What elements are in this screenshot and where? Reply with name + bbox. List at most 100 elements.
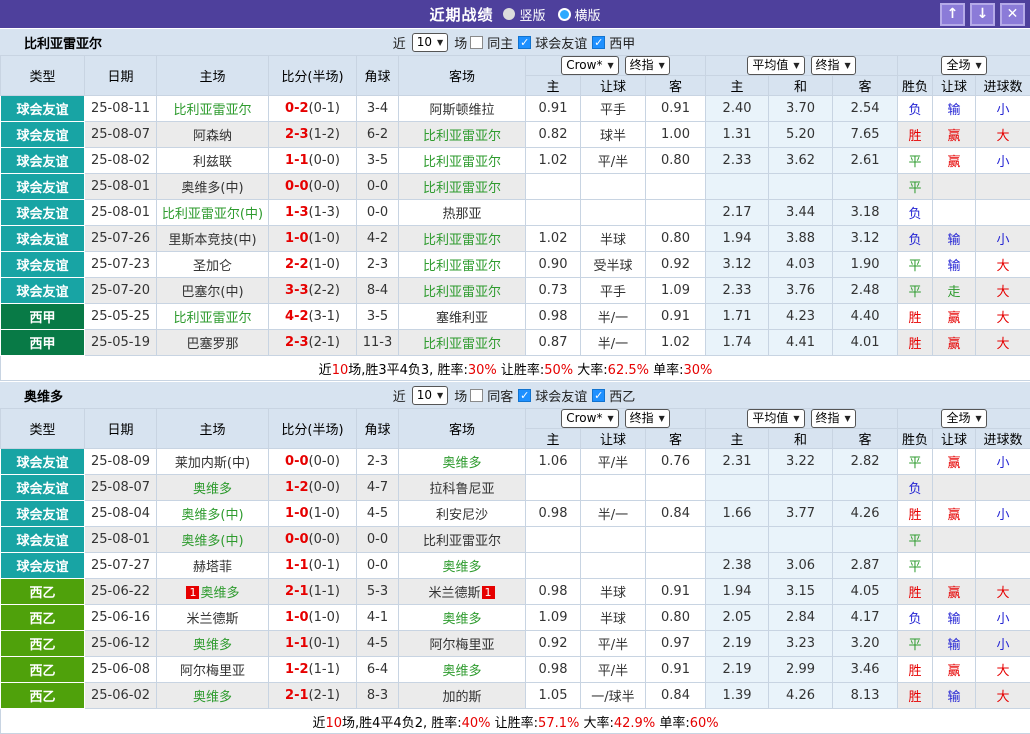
match-row: 球会友谊25-08-09莱加内斯(中)0-0(0-0)2-3奥维多1.06平/半… <box>1 449 1030 475</box>
match-type: 西乙 <box>1 579 85 605</box>
corner-score: 3-5 <box>357 304 399 330</box>
same-venue-checkbox[interactable] <box>470 36 483 49</box>
average-final-select[interactable]: 终指▼ <box>811 56 856 75</box>
avg-away-odds: 2.48 <box>833 278 898 304</box>
result-group-header: 全场▼ <box>898 56 1030 76</box>
avg-away-odds: 2.82 <box>833 449 898 475</box>
match-type: 西乙 <box>1 657 85 683</box>
match-date: 25-08-09 <box>85 449 157 475</box>
matches-label: 场 <box>454 386 467 405</box>
match-type: 球会友谊 <box>1 252 85 278</box>
result-goals: 小 <box>976 501 1030 527</box>
league-filter-checkbox-friendly[interactable]: ✓ <box>518 389 531 402</box>
chevron-down-icon: ▼ <box>437 35 443 50</box>
away-team: 比利亚雷亚尔 <box>399 278 526 304</box>
handicap-line: 半/一 <box>581 501 646 527</box>
away-odds <box>646 527 706 553</box>
bookmaker-select[interactable]: Crow*▼ <box>561 409 618 428</box>
corner-score: 3-4 <box>357 96 399 122</box>
chevron-down-icon: ▼ <box>607 411 613 426</box>
col-header-4: 角球 <box>357 409 399 449</box>
chevron-down-icon: ▼ <box>437 388 443 403</box>
matches-count-select[interactable]: 10▼ <box>412 386 448 405</box>
same-venue-checkbox[interactable] <box>470 389 483 402</box>
avg-home-odds: 1.39 <box>706 683 769 709</box>
chevron-down-icon: ▼ <box>607 58 613 73</box>
avg-away-odds: 8.13 <box>833 683 898 709</box>
score: 1-2(0-0) <box>269 475 357 501</box>
avg-away-odds: 4.40 <box>833 304 898 330</box>
avg-draw-odds: 3.44 <box>769 200 833 226</box>
away-odds: 0.84 <box>646 683 706 709</box>
move-down-button[interactable]: ↓ <box>970 3 995 26</box>
rank-badge: 1 <box>186 586 199 599</box>
near-label: 近 <box>393 33 406 52</box>
result-handicap: 赢 <box>933 148 976 174</box>
handicap-line <box>581 527 646 553</box>
avg-away-odds: 3.46 <box>833 657 898 683</box>
match-date: 25-06-02 <box>85 683 157 709</box>
result-handicap: 赢 <box>933 122 976 148</box>
home-odds: 1.02 <box>526 226 581 252</box>
result-goals: 大 <box>976 657 1030 683</box>
home-odds: 0.91 <box>526 96 581 122</box>
sub-col-header-7: 让球 <box>933 429 976 449</box>
home-team: 奥维多(中) <box>157 527 269 553</box>
home-odds: 1.02 <box>526 148 581 174</box>
result-goals: 小 <box>976 605 1030 631</box>
result-goals <box>976 527 1030 553</box>
handicap-line: 球半 <box>581 122 646 148</box>
move-up-button[interactable]: ↑ <box>940 3 965 26</box>
score: 2-3(1-2) <box>269 122 357 148</box>
close-button[interactable]: ✕ <box>1000 3 1025 26</box>
match-row: 球会友谊25-07-20巴塞尔(中)3-3(2-2)8-4比利亚雷亚尔0.73平… <box>1 278 1030 304</box>
average-final-select[interactable]: 终指▼ <box>811 409 856 428</box>
scope-select[interactable]: 全场▼ <box>941 409 986 428</box>
score: 1-1(0-1) <box>269 631 357 657</box>
away-team: 阿斯顿维拉 <box>399 96 526 122</box>
home-team: 圣加仑 <box>157 252 269 278</box>
result-goals <box>976 553 1030 579</box>
scope-select[interactable]: 全场▼ <box>941 56 986 75</box>
col-header-0: 类型 <box>1 409 85 449</box>
down-arrow-icon: ↓ <box>977 6 989 22</box>
layout-radio-horizontal[interactable]: 横版 <box>558 5 601 24</box>
col-header-2: 主场 <box>157 409 269 449</box>
chevron-down-icon: ▼ <box>975 58 981 73</box>
league-filter-checkbox-friendly-label: 球会友谊 <box>535 386 587 405</box>
match-row: 西乙25-06-16米兰德斯1-0(1-0)4-1奥维多1.09半球0.802.… <box>1 605 1030 631</box>
league-filter-checkbox-league[interactable]: ✓ <box>592 389 605 402</box>
match-type: 球会友谊 <box>1 122 85 148</box>
match-date: 25-06-16 <box>85 605 157 631</box>
away-odds: 1.00 <box>646 122 706 148</box>
league-filter-checkbox-friendly[interactable]: ✓ <box>518 36 531 49</box>
match-type: 球会友谊 <box>1 553 85 579</box>
home-team: 奥维多 <box>157 631 269 657</box>
average-select[interactable]: 平均值▼ <box>747 409 804 428</box>
match-date: 25-08-07 <box>85 122 157 148</box>
away-odds: 0.91 <box>646 304 706 330</box>
match-row: 球会友谊25-08-04奥维多(中)1-0(1-0)4-5利安尼沙0.98半/一… <box>1 501 1030 527</box>
score: 1-1(0-0) <box>269 148 357 174</box>
sub-col-header-6: 胜负 <box>898 76 933 96</box>
avg-draw-odds: 4.03 <box>769 252 833 278</box>
handicap-line: 半球 <box>581 605 646 631</box>
average-select[interactable]: 平均值▼ <box>747 56 804 75</box>
bookmaker-select[interactable]: Crow*▼ <box>561 56 618 75</box>
matches-count-select[interactable]: 10▼ <box>412 33 448 52</box>
match-type: 球会友谊 <box>1 200 85 226</box>
result-goals: 大 <box>976 304 1030 330</box>
layout-radio-vertical[interactable]: 竖版 <box>503 5 545 24</box>
league-filter-checkbox-league[interactable]: ✓ <box>592 36 605 49</box>
bookmaker-final-select[interactable]: 终指▼ <box>625 409 670 428</box>
bookmaker-final-select[interactable]: 终指▼ <box>625 56 670 75</box>
result-outcome: 负 <box>898 226 933 252</box>
corner-score: 5-3 <box>357 579 399 605</box>
result-handicap <box>933 200 976 226</box>
home-odds: 0.90 <box>526 252 581 278</box>
team-section-oviedo: 奥维多近10▼场同客✓球会友谊✓西乙类型日期主场比分(半场)角球客场Crow*▼… <box>0 381 1030 734</box>
home-team: 奥维多(中) <box>157 501 269 527</box>
sub-col-header-5: 客 <box>833 76 898 96</box>
home-team: 巴塞尔(中) <box>157 278 269 304</box>
home-team: 米兰德斯 <box>157 605 269 631</box>
